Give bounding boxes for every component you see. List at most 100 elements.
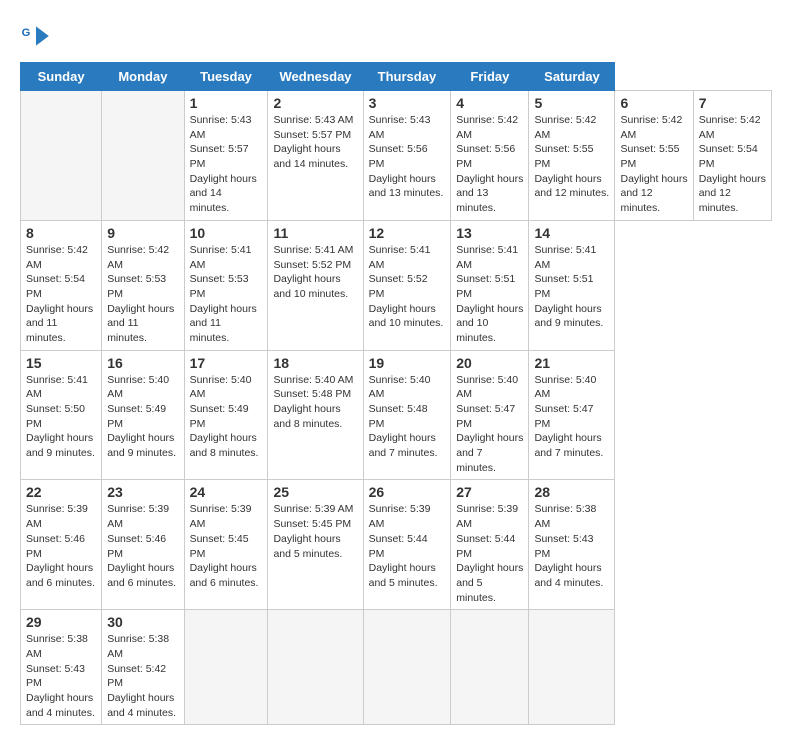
calendar-cell: 4 Sunrise: 5:42 AM Sunset: 5:56 PM Dayli…: [451, 91, 529, 221]
day-info: Sunrise: 5:40 AM Sunset: 5:49 PM Dayligh…: [190, 373, 263, 461]
day-number: 23: [107, 484, 178, 500]
day-info: Sunrise: 5:41 AM Sunset: 5:51 PM Dayligh…: [534, 243, 609, 331]
calendar-cell: 11 Sunrise: 5:41 AM Sunset: 5:52 PM Dayl…: [268, 220, 363, 350]
calendar-cell: 27 Sunrise: 5:39 AM Sunset: 5:44 PM Dayl…: [451, 480, 529, 610]
calendar-cell: [268, 610, 363, 725]
weekday-header-saturday: Saturday: [529, 63, 615, 91]
day-number: 5: [534, 95, 609, 111]
day-number: 1: [190, 95, 263, 111]
day-number: 9: [107, 225, 178, 241]
day-info: Sunrise: 5:39 AM Sunset: 5:45 PM Dayligh…: [190, 502, 263, 590]
day-info: Sunrise: 5:40 AM Sunset: 5:49 PM Dayligh…: [107, 373, 178, 461]
day-number: 14: [534, 225, 609, 241]
calendar-cell: 21 Sunrise: 5:40 AM Sunset: 5:47 PM Dayl…: [529, 350, 615, 480]
day-number: 26: [369, 484, 446, 500]
calendar-cell: [184, 610, 268, 725]
weekday-header-row: SundayMondayTuesdayWednesdayThursdayFrid…: [21, 63, 772, 91]
calendar-cell: 29 Sunrise: 5:38 AM Sunset: 5:43 PM Dayl…: [21, 610, 102, 725]
calendar-cell: 5 Sunrise: 5:42 AM Sunset: 5:55 PM Dayli…: [529, 91, 615, 221]
day-info: Sunrise: 5:39 AM Sunset: 5:44 PM Dayligh…: [369, 502, 446, 590]
svg-text:G: G: [22, 27, 31, 39]
day-number: 17: [190, 355, 263, 371]
calendar-cell: [21, 91, 102, 221]
day-number: 6: [620, 95, 687, 111]
calendar-cell: 23 Sunrise: 5:39 AM Sunset: 5:46 PM Dayl…: [102, 480, 184, 610]
day-info: Sunrise: 5:39 AM Sunset: 5:46 PM Dayligh…: [107, 502, 178, 590]
calendar-cell: 10 Sunrise: 5:41 AM Sunset: 5:53 PM Dayl…: [184, 220, 268, 350]
header: G: [20, 20, 772, 52]
calendar-cell: [529, 610, 615, 725]
weekday-header-tuesday: Tuesday: [184, 63, 268, 91]
day-number: 19: [369, 355, 446, 371]
day-info: Sunrise: 5:38 AM Sunset: 5:42 PM Dayligh…: [107, 632, 178, 720]
day-info: Sunrise: 5:42 AM Sunset: 5:54 PM Dayligh…: [699, 113, 766, 216]
day-number: 21: [534, 355, 609, 371]
calendar-table: SundayMondayTuesdayWednesdayThursdayFrid…: [20, 62, 772, 725]
day-number: 13: [456, 225, 523, 241]
day-info: Sunrise: 5:41 AM Sunset: 5:51 PM Dayligh…: [456, 243, 523, 346]
calendar-week-row: 22 Sunrise: 5:39 AM Sunset: 5:46 PM Dayl…: [21, 480, 772, 610]
day-info: Sunrise: 5:42 AM Sunset: 5:55 PM Dayligh…: [620, 113, 687, 216]
calendar-cell: 9 Sunrise: 5:42 AM Sunset: 5:53 PM Dayli…: [102, 220, 184, 350]
calendar-cell: 12 Sunrise: 5:41 AM Sunset: 5:52 PM Dayl…: [363, 220, 451, 350]
day-number: 7: [699, 95, 766, 111]
day-info: Sunrise: 5:39 AM Sunset: 5:44 PM Dayligh…: [456, 502, 523, 605]
day-info: Sunrise: 5:41 AM Sunset: 5:53 PM Dayligh…: [190, 243, 263, 346]
day-info: Sunrise: 5:43 AM Sunset: 5:57 PM Dayligh…: [190, 113, 263, 216]
weekday-header-sunday: Sunday: [21, 63, 102, 91]
day-info: Sunrise: 5:42 AM Sunset: 5:53 PM Dayligh…: [107, 243, 178, 346]
calendar-week-row: 8 Sunrise: 5:42 AM Sunset: 5:54 PM Dayli…: [21, 220, 772, 350]
day-info: Sunrise: 5:43 AM Sunset: 5:57 PM Dayligh…: [273, 113, 357, 172]
day-number: 24: [190, 484, 263, 500]
calendar-cell: 13 Sunrise: 5:41 AM Sunset: 5:51 PM Dayl…: [451, 220, 529, 350]
day-number: 4: [456, 95, 523, 111]
calendar-cell: 20 Sunrise: 5:40 AM Sunset: 5:47 PM Dayl…: [451, 350, 529, 480]
calendar-cell: 22 Sunrise: 5:39 AM Sunset: 5:46 PM Dayl…: [21, 480, 102, 610]
calendar-week-row: 15 Sunrise: 5:41 AM Sunset: 5:50 PM Dayl…: [21, 350, 772, 480]
calendar-cell: 25 Sunrise: 5:39 AM Sunset: 5:45 PM Dayl…: [268, 480, 363, 610]
day-info: Sunrise: 5:41 AM Sunset: 5:50 PM Dayligh…: [26, 373, 96, 461]
day-info: Sunrise: 5:40 AM Sunset: 5:47 PM Dayligh…: [456, 373, 523, 476]
day-number: 29: [26, 614, 96, 630]
calendar-cell: 19 Sunrise: 5:40 AM Sunset: 5:48 PM Dayl…: [363, 350, 451, 480]
day-number: 27: [456, 484, 523, 500]
day-number: 22: [26, 484, 96, 500]
calendar-cell: 15 Sunrise: 5:41 AM Sunset: 5:50 PM Dayl…: [21, 350, 102, 480]
calendar-cell: 3 Sunrise: 5:43 AM Sunset: 5:56 PM Dayli…: [363, 91, 451, 221]
calendar-cell: 18 Sunrise: 5:40 AM Sunset: 5:48 PM Dayl…: [268, 350, 363, 480]
calendar-cell: 30 Sunrise: 5:38 AM Sunset: 5:42 PM Dayl…: [102, 610, 184, 725]
calendar-cell: [363, 610, 451, 725]
calendar-cell: 1 Sunrise: 5:43 AM Sunset: 5:57 PM Dayli…: [184, 91, 268, 221]
calendar-cell: [102, 91, 184, 221]
calendar-cell: 14 Sunrise: 5:41 AM Sunset: 5:51 PM Dayl…: [529, 220, 615, 350]
calendar-cell: 28 Sunrise: 5:38 AM Sunset: 5:43 PM Dayl…: [529, 480, 615, 610]
day-number: 10: [190, 225, 263, 241]
weekday-header-wednesday: Wednesday: [268, 63, 363, 91]
day-info: Sunrise: 5:39 AM Sunset: 5:45 PM Dayligh…: [273, 502, 357, 561]
day-info: Sunrise: 5:38 AM Sunset: 5:43 PM Dayligh…: [26, 632, 96, 720]
weekday-header-friday: Friday: [451, 63, 529, 91]
weekday-header-thursday: Thursday: [363, 63, 451, 91]
day-info: Sunrise: 5:42 AM Sunset: 5:56 PM Dayligh…: [456, 113, 523, 216]
day-info: Sunrise: 5:42 AM Sunset: 5:54 PM Dayligh…: [26, 243, 96, 346]
day-number: 20: [456, 355, 523, 371]
day-number: 8: [26, 225, 96, 241]
day-number: 11: [273, 225, 357, 241]
day-number: 2: [273, 95, 357, 111]
day-number: 28: [534, 484, 609, 500]
calendar-cell: 24 Sunrise: 5:39 AM Sunset: 5:45 PM Dayl…: [184, 480, 268, 610]
calendar-cell: 8 Sunrise: 5:42 AM Sunset: 5:54 PM Dayli…: [21, 220, 102, 350]
calendar-cell: 6 Sunrise: 5:42 AM Sunset: 5:55 PM Dayli…: [615, 91, 693, 221]
calendar-cell: 26 Sunrise: 5:39 AM Sunset: 5:44 PM Dayl…: [363, 480, 451, 610]
day-info: Sunrise: 5:38 AM Sunset: 5:43 PM Dayligh…: [534, 502, 609, 590]
calendar-cell: 7 Sunrise: 5:42 AM Sunset: 5:54 PM Dayli…: [693, 91, 771, 221]
weekday-header-monday: Monday: [102, 63, 184, 91]
logo: G: [20, 20, 54, 52]
day-info: Sunrise: 5:40 AM Sunset: 5:47 PM Dayligh…: [534, 373, 609, 461]
calendar-cell: [451, 610, 529, 725]
day-number: 18: [273, 355, 357, 371]
day-info: Sunrise: 5:40 AM Sunset: 5:48 PM Dayligh…: [369, 373, 446, 461]
day-info: Sunrise: 5:39 AM Sunset: 5:46 PM Dayligh…: [26, 502, 96, 590]
calendar-cell: 2 Sunrise: 5:43 AM Sunset: 5:57 PM Dayli…: [268, 91, 363, 221]
day-info: Sunrise: 5:43 AM Sunset: 5:56 PM Dayligh…: [369, 113, 446, 201]
